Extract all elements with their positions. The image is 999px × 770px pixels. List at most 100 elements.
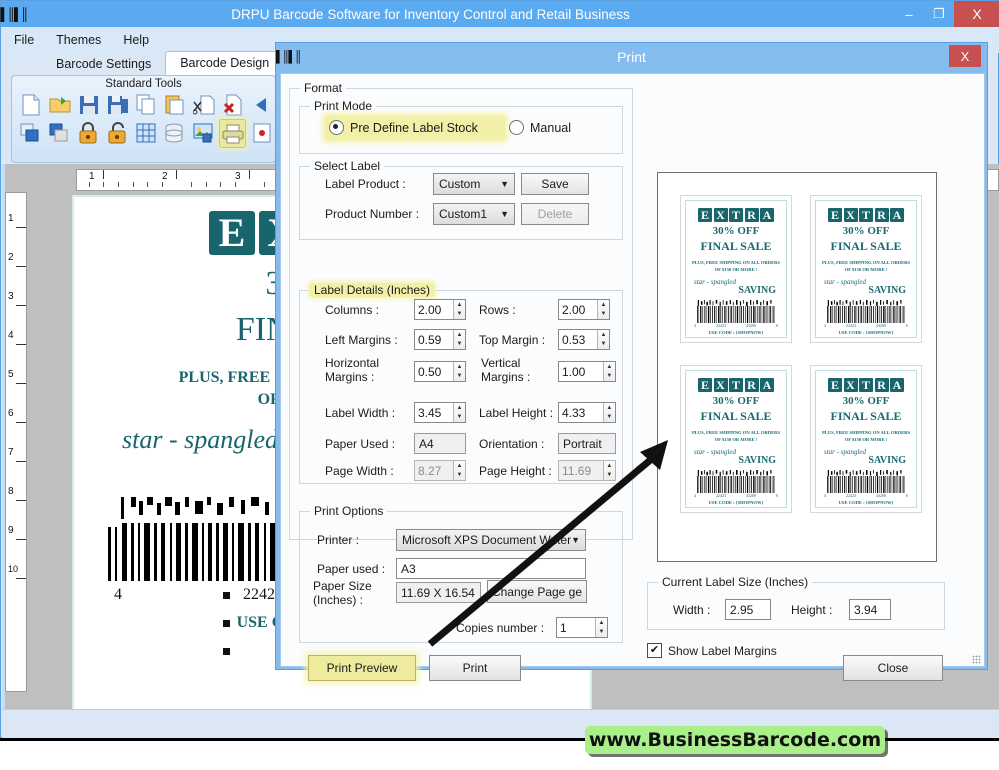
radio-label: Manual bbox=[530, 120, 571, 135]
label-height-input[interactable] bbox=[559, 403, 603, 422]
stepper-up-icon: ▲ bbox=[606, 363, 613, 370]
label-width-input[interactable] bbox=[415, 403, 454, 422]
rows-input[interactable] bbox=[559, 300, 598, 319]
preview-saving: SAVING bbox=[738, 285, 776, 296]
stepper-buttons[interactable]: ▲ ▼ bbox=[453, 362, 465, 381]
columns-stepper[interactable]: ▲▼ bbox=[414, 299, 466, 320]
radio-manual[interactable]: Manual bbox=[509, 120, 571, 135]
bring-to-front-icon[interactable] bbox=[18, 119, 44, 146]
extra-letter: R bbox=[744, 208, 759, 222]
save-label-button[interactable]: Save bbox=[521, 173, 589, 195]
stepper-buttons[interactable]: ▲ ▼ bbox=[453, 403, 465, 422]
save-all-icon[interactable] bbox=[105, 91, 131, 118]
minimize-button[interactable]: – bbox=[894, 1, 924, 27]
copies-number-input[interactable] bbox=[557, 618, 596, 637]
stepper-buttons[interactable]: ▲ ▼ bbox=[597, 300, 609, 319]
record-icon[interactable] bbox=[249, 119, 275, 146]
top-margin-stepper[interactable]: ▲▼ bbox=[558, 329, 610, 350]
extra-letter: A bbox=[760, 208, 774, 222]
left-margins-input[interactable] bbox=[415, 330, 454, 349]
database-icon[interactable] bbox=[161, 119, 187, 146]
current-height-value[interactable]: 3.94 bbox=[849, 599, 891, 620]
close-button[interactable]: X bbox=[954, 1, 999, 27]
close-dialog-button[interactable]: Close bbox=[843, 655, 943, 681]
copy-page-icon[interactable] bbox=[134, 91, 160, 118]
rows-stepper[interactable]: ▲▼ bbox=[558, 299, 610, 320]
delete-document-icon[interactable] bbox=[220, 91, 246, 118]
selection-handle[interactable] bbox=[223, 620, 230, 627]
send-to-back-icon[interactable] bbox=[47, 119, 73, 146]
tab-barcode-design[interactable]: Barcode Design bbox=[165, 51, 285, 75]
horizontal-margins-stepper[interactable]: ▲▼ bbox=[414, 361, 466, 382]
save-icon[interactable] bbox=[76, 91, 102, 118]
horizontal-margins-input[interactable] bbox=[415, 362, 454, 381]
vertical-margins-stepper[interactable]: ▲▼ bbox=[558, 361, 616, 382]
left-margins-stepper[interactable]: ▲▼ bbox=[414, 329, 466, 350]
image-save-icon[interactable] bbox=[190, 119, 216, 146]
paper-used-label: Paper Used : bbox=[325, 437, 396, 451]
stepper-buttons[interactable]: ▲ ▼ bbox=[453, 330, 465, 349]
printer-combo[interactable]: Microsoft XPS Document Writer ▼ bbox=[396, 529, 586, 551]
selection-handle[interactable] bbox=[223, 648, 230, 655]
print-preview-button[interactable]: Print Preview bbox=[308, 655, 416, 681]
stepper-buttons: ▲ ▼ bbox=[602, 461, 615, 480]
bc-right: 43200 bbox=[876, 323, 886, 328]
open-folder-icon[interactable] bbox=[47, 91, 73, 118]
product-number-combo[interactable]: Custom1 ▼ bbox=[433, 203, 515, 225]
rows-label: Rows : bbox=[479, 303, 516, 317]
radio-pre-define-label-stock[interactable]: Pre Define Label Stock bbox=[329, 120, 478, 135]
label-width-stepper[interactable]: ▲▼ bbox=[414, 402, 466, 423]
stepper-buttons[interactable]: ▲ ▼ bbox=[595, 618, 607, 637]
menu-help[interactable]: Help bbox=[123, 33, 149, 47]
change-page-button[interactable]: Change Page ge bbox=[487, 580, 587, 603]
maximize-button[interactable]: ❐ bbox=[924, 1, 954, 27]
resize-grip[interactable] bbox=[972, 655, 981, 664]
undo-arrow-icon[interactable] bbox=[249, 91, 275, 118]
bc-mid: 22423 bbox=[846, 323, 856, 328]
delete-label-button[interactable]: Delete bbox=[521, 203, 589, 225]
label-product-combo[interactable]: Custom ▼ bbox=[433, 173, 515, 195]
radio-label: Pre Define Label Stock bbox=[350, 120, 478, 135]
tab-barcode-settings[interactable]: Barcode Settings bbox=[42, 53, 165, 75]
label-height-stepper[interactable]: ▲▼ bbox=[558, 402, 616, 423]
preview-label-1: E X T R A 30% OFF FINAL SALE PLUS, FREE … bbox=[680, 195, 792, 343]
grid-icon[interactable] bbox=[133, 119, 159, 146]
ruler-v-num: 7 bbox=[8, 447, 14, 458]
vertical-margins-input[interactable] bbox=[559, 362, 603, 381]
vertical-margins-label: Vertical Margins : bbox=[481, 356, 531, 384]
extra-letter: A bbox=[760, 378, 774, 392]
printer-paper-used-value[interactable]: A3 bbox=[396, 558, 586, 579]
menu-themes[interactable]: Themes bbox=[56, 33, 101, 47]
paste-clipboard-icon[interactable] bbox=[162, 91, 188, 118]
extra-letter: R bbox=[874, 208, 889, 222]
radio-button-indicator[interactable] bbox=[329, 120, 344, 135]
menu-file[interactable]: File bbox=[14, 33, 34, 47]
cut-scissors-icon[interactable] bbox=[191, 91, 217, 118]
extra-letter: X bbox=[713, 208, 728, 222]
show-label-margins-checkbox[interactable]: ✔ bbox=[647, 643, 662, 658]
preview-saving: SAVING bbox=[738, 455, 776, 466]
stepper-down-icon: ▼ bbox=[598, 629, 605, 636]
selection-handle[interactable] bbox=[223, 592, 230, 599]
stepper-buttons[interactable]: ▲ ▼ bbox=[453, 300, 465, 319]
top-margin-input[interactable] bbox=[559, 330, 598, 349]
bc-left: 4 bbox=[824, 323, 826, 328]
print-icon[interactable] bbox=[218, 119, 247, 148]
columns-input[interactable] bbox=[415, 300, 454, 319]
unlock-icon[interactable] bbox=[104, 119, 130, 146]
current-width-value[interactable]: 2.95 bbox=[725, 599, 771, 620]
show-label-margins-row[interactable]: ✔ Show Label Margins bbox=[647, 643, 777, 658]
stepper-buttons[interactable]: ▲ ▼ bbox=[602, 403, 615, 422]
page-height-label: Page Height : bbox=[479, 464, 552, 478]
lock-icon[interactable] bbox=[75, 119, 101, 146]
print-button[interactable]: Print bbox=[429, 655, 521, 681]
dialog-close-button[interactable]: X bbox=[949, 45, 981, 67]
radio-button-indicator[interactable] bbox=[509, 120, 524, 135]
copies-number-stepper[interactable]: ▲▼ bbox=[556, 617, 608, 638]
watermark-text: www.BusinessBarcode.com bbox=[588, 729, 882, 751]
new-document-icon[interactable] bbox=[18, 91, 44, 118]
stepper-buttons[interactable]: ▲ ▼ bbox=[602, 362, 615, 381]
extra-letter: T bbox=[859, 378, 873, 392]
extra-letter: E bbox=[828, 208, 842, 222]
stepper-buttons[interactable]: ▲ ▼ bbox=[597, 330, 609, 349]
